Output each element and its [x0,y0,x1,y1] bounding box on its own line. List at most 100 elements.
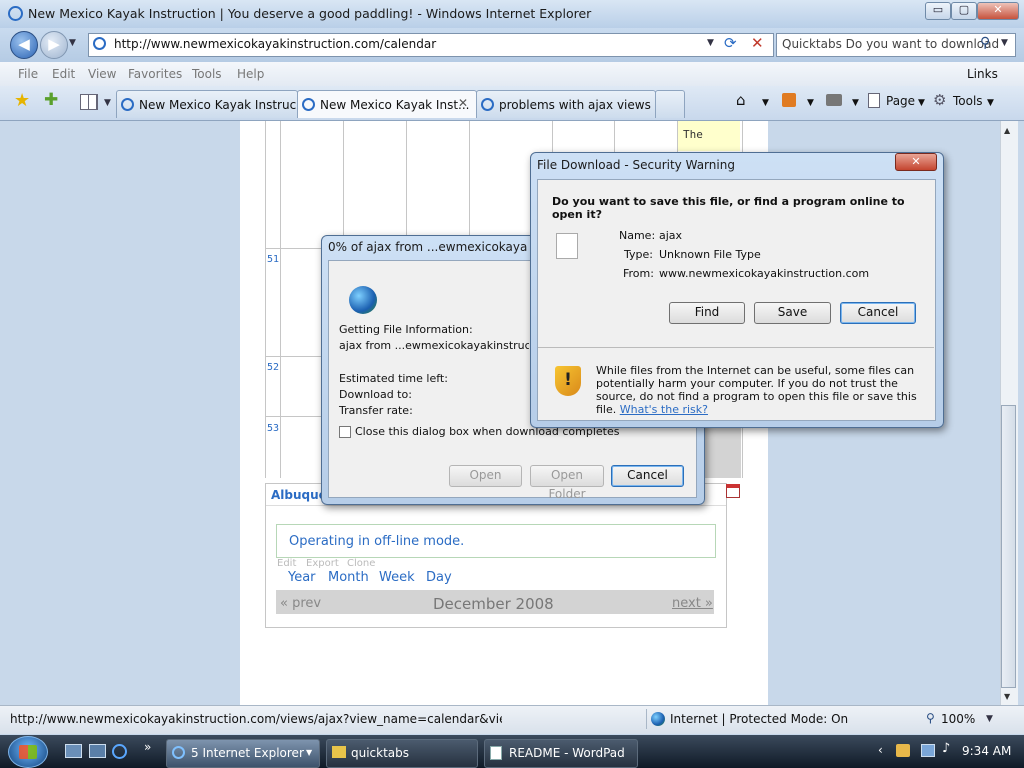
menu-help[interactable]: Help [237,67,264,81]
view-day-link[interactable]: Day [426,570,452,585]
search-dropdown-icon[interactable]: ▼ [1001,38,1008,48]
tray-monitor-icon[interactable] [921,744,935,757]
refresh-icon[interactable]: ⟳ [724,34,737,52]
find-button[interactable]: Find [669,302,745,324]
show-desktop-icon[interactable] [65,744,82,758]
week-number-53[interactable]: 53 [267,423,279,434]
taskbar-quicktabs[interactable]: quicktabs [326,739,478,768]
tab-ajax-problems[interactable]: problems with ajax views i... [476,90,656,118]
forward-button[interactable]: ▶ [40,31,68,59]
page-dropdown-icon[interactable]: ▼ [918,98,925,108]
type-label: Type: [624,248,653,261]
home-dropdown-icon[interactable]: ▼ [762,98,769,108]
menu-view[interactable]: View [88,67,116,81]
history-dropdown-icon[interactable]: ▼ [69,38,76,48]
view-week-link[interactable]: Week [379,570,415,585]
security-close-button[interactable]: ✕ [895,153,937,171]
quicklaunch-expand-icon[interactable]: » [144,740,151,754]
export-link[interactable]: Export [306,558,339,569]
tab-kayak-2[interactable]: New Mexico Kayak Inst... [297,90,477,118]
quicklaunch-ie-icon[interactable] [112,744,127,759]
risk-link[interactable]: What's the risk? [620,403,708,416]
transfer-rate-label: Transfer rate: [339,404,413,417]
minimize-button[interactable]: ▭ [925,2,951,20]
zoom-level[interactable]: 100% [941,712,975,726]
print-dropdown-icon[interactable]: ▼ [852,98,859,108]
feeds-icon[interactable] [782,93,796,107]
tools-menu[interactable]: Tools [953,94,983,108]
tray-expand-icon[interactable]: ‹ [878,743,883,757]
gear-icon[interactable]: ⚙ [933,91,946,109]
back-button[interactable]: ◀ [10,31,38,59]
tray-volume-icon[interactable]: ♪ [942,741,950,756]
links-toolbar[interactable]: Links [967,67,998,81]
security-zone[interactable]: Internet | Protected Mode: On [670,712,848,726]
switch-windows-icon[interactable] [89,744,106,758]
calendar-icon[interactable] [726,484,740,498]
feeds-dropdown-icon[interactable]: ▼ [807,98,814,108]
view-month-link[interactable]: Month [328,570,369,585]
menu-tools[interactable]: Tools [192,67,222,81]
zoom-dropdown-icon[interactable]: ▼ [986,714,993,724]
tab-kayak-1[interactable]: New Mexico Kayak Instruc... [116,90,298,118]
tab-label: New Mexico Kayak Instruc... [139,98,298,112]
home-icon[interactable]: ⌂ [736,91,746,109]
search-icon[interactable]: ⚲ [980,35,990,51]
menu-favorites[interactable]: Favorites [128,67,182,81]
folder-icon [332,746,346,758]
security-divider [538,347,934,348]
tools-dropdown-icon[interactable]: ▼ [987,98,994,108]
page-icon-tool [868,93,880,108]
ie-page-icon [121,98,134,111]
close-when-done-checkbox[interactable] [339,426,351,438]
tab-label: problems with ajax views i... [499,98,656,112]
week-number-51[interactable]: 51 [267,254,279,265]
zoom-icon[interactable]: ⚲ [926,711,935,725]
tab-label: New Mexico Kayak Inst... [320,98,470,112]
print-icon[interactable] [826,94,842,106]
internet-zone-icon [651,712,665,726]
open-folder-button[interactable]: Open Folder [530,465,604,501]
tab-list-dropdown-icon[interactable]: ▼ [104,98,111,108]
address-dropdown-icon[interactable]: ▼ [707,38,714,48]
status-url: http://www.newmexicokayakinstruction.com… [10,712,502,726]
ie-taskbar-icon [172,746,185,759]
menu-edit[interactable]: Edit [52,67,75,81]
clone-link[interactable]: Clone [347,558,375,569]
close-window-button[interactable]: ✕ [977,2,1019,20]
favorites-star-icon[interactable]: ★ [14,90,30,111]
security-cancel-button[interactable]: Cancel [840,302,916,324]
taskbar-internet-explorer[interactable]: 5 Internet Explorer [166,739,320,768]
taskbar-label: README - WordPad [509,746,625,760]
prev-month-link[interactable]: « prev [280,596,321,611]
save-button[interactable]: Save [754,302,831,324]
block-divider [266,505,726,506]
taskbar-group-dropdown-icon[interactable]: ▼ [306,748,312,757]
taskbar-wordpad[interactable]: README - WordPad [484,739,638,768]
tray-network-icon[interactable] [896,744,910,757]
scrollbar-thumb[interactable] [1001,405,1016,688]
menu-file[interactable]: File [18,67,38,81]
file-icon [556,233,578,259]
block-title[interactable]: Albuque [271,488,327,502]
quick-tabs-icon[interactable] [80,94,98,110]
download-cancel-button[interactable]: Cancel [611,465,684,487]
maximize-button[interactable]: ▢ [951,2,977,20]
globe-icon [349,286,377,314]
page-menu[interactable]: Page [886,94,915,108]
open-button[interactable]: Open [449,465,522,487]
clock[interactable]: 9:34 AM [962,744,1011,758]
scroll-down-icon[interactable]: ▼ [1004,692,1010,701]
add-favorites-icon[interactable]: ✚ [44,90,58,110]
new-tab-button[interactable] [655,90,685,118]
close-tab-icon[interactable]: ✕ [458,96,468,110]
taskbar-label: quicktabs [351,746,410,760]
stop-icon[interactable]: ✕ [751,34,764,52]
view-year-link[interactable]: Year [288,570,316,585]
edit-link[interactable]: Edit [277,558,296,569]
week-number-52[interactable]: 52 [267,362,279,373]
status-divider [646,709,647,729]
scroll-up-icon[interactable]: ▲ [1004,126,1010,135]
next-month-link[interactable]: next » [672,596,713,611]
download-file-line: ajax from ...ewmexicokayakinstruction [339,339,529,352]
